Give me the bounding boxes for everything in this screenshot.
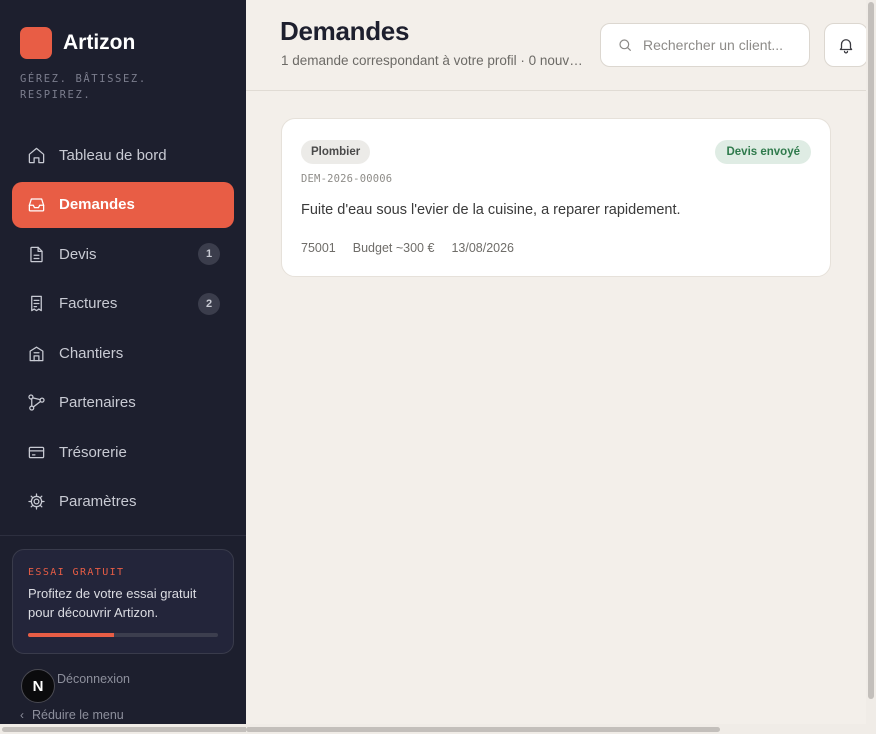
scrollbar-thumb[interactable]: [868, 2, 874, 699]
sidebar-item-label: Partenaires: [59, 394, 136, 411]
trial-text: Profitez de votre essai gratuit pour déc…: [28, 586, 197, 620]
sidebar: Artizon GÉREZ. BÂTISSEZ. RESPIREZ. Table…: [0, 0, 246, 734]
gear-icon: [26, 492, 46, 512]
trial-progress-fill: [28, 633, 114, 637]
sidebar-item-label: Trésorerie: [59, 443, 127, 461]
network-icon: [26, 393, 46, 413]
sidebar-item-label: Devis: [59, 245, 97, 263]
collapse-menu-button[interactable]: ‹ Réduire le menu: [20, 708, 124, 722]
sidebar-item-label: Chantiers: [59, 344, 124, 362]
scrollbar-thumb[interactable]: [246, 727, 720, 732]
request-budget: Budget ~300 €: [352, 241, 435, 255]
sidebar-item-tresorerie[interactable]: Trésorerie: [12, 429, 234, 475]
scrollbar-thumb[interactable]: [2, 727, 246, 732]
sidebar-item-label: Paramètres: [59, 493, 137, 510]
trade-tag: Plombier: [301, 140, 371, 164]
vertical-scrollbar[interactable]: [866, 0, 876, 724]
sidebar-item-tableau-de-bord[interactable]: Tableau de bord: [12, 132, 234, 178]
sidebar-item-factures[interactable]: Factures 2: [12, 281, 234, 327]
count-badge: 1: [198, 243, 220, 265]
search-icon: [619, 39, 631, 51]
sidebar-item-chantiers[interactable]: Chantiers: [12, 330, 234, 376]
header-divider: [246, 90, 866, 91]
brand-tagline: GÉREZ. BÂTISSEZ. RESPIREZ.: [20, 73, 147, 101]
document-icon: [26, 244, 46, 264]
credit-card-icon: [26, 442, 46, 462]
search-input[interactable]: [643, 37, 793, 53]
horizontal-scrollbar-sidebar[interactable]: [0, 724, 246, 734]
request-meta: 75001 Budget ~300 € 13/08/2026: [301, 241, 531, 255]
count-badge: 2: [198, 292, 220, 315]
request-card[interactable]: Plombier Devis envoyé DEM-2026-00006 Fui…: [281, 118, 831, 277]
notifications-button[interactable]: [824, 23, 868, 67]
building-icon: [26, 343, 46, 363]
main-content: Demandes 1 demande correspondant à votre…: [246, 0, 876, 734]
receipt-icon: [26, 294, 46, 314]
search-box[interactable]: [600, 23, 810, 67]
sidebar-item-demandes[interactable]: Demandes: [12, 181, 234, 228]
avatar[interactable]: N: [21, 669, 55, 703]
request-description: Fuite d'eau sous l'evier de la cuisine, …: [301, 202, 681, 218]
horizontal-scrollbar[interactable]: [246, 724, 876, 734]
trial-progress-bar: [28, 633, 218, 637]
request-postal-code: 75001: [301, 241, 336, 255]
inbox-icon: [26, 195, 46, 215]
logout-link[interactable]: Déconnexion: [57, 672, 130, 686]
sidebar-item-parametres[interactable]: Paramètres: [12, 479, 234, 525]
chevron-left-icon: ‹: [20, 708, 24, 722]
sidebar-item-partenaires[interactable]: Partenaires: [12, 380, 234, 426]
sidebar-divider: [0, 535, 246, 536]
page-subtitle: 1 demande correspondant à votre profil ·…: [281, 53, 588, 68]
collapse-menu-label: Réduire le menu: [32, 708, 124, 722]
trial-card: ESSAI GRATUIT Profitez de votre essai gr…: [12, 549, 234, 654]
status-badge: Devis envoyé: [715, 140, 811, 164]
page-title: Demandes: [280, 16, 410, 46]
bell-icon: [839, 39, 853, 54]
home-icon: [26, 145, 46, 165]
sidebar-item-label: Demandes: [59, 196, 135, 213]
sidebar-item-label: Factures: [59, 295, 118, 312]
brand-name: Artizon: [63, 31, 136, 54]
sidebar-item-label: Tableau de bord: [59, 146, 167, 164]
sidebar-item-devis[interactable]: Devis 1: [12, 231, 234, 277]
request-reference: DEM-2026-00006: [301, 173, 393, 185]
sidebar-nav: Tableau de bord Demandes Devis 1 Facture…: [12, 132, 234, 528]
request-date: 13/08/2026: [451, 241, 514, 255]
brand[interactable]: Artizon: [20, 27, 135, 59]
trial-title: ESSAI GRATUIT: [28, 567, 125, 578]
brand-logo: [20, 27, 52, 59]
